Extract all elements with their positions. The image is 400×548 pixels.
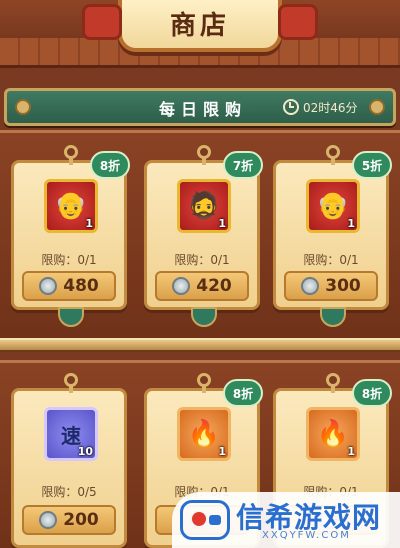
hook-stem bbox=[69, 157, 73, 165]
hook-stem bbox=[202, 157, 206, 165]
item-quantity: 1 bbox=[347, 445, 355, 458]
hook-stem bbox=[202, 385, 206, 393]
shelf-rail bbox=[0, 338, 400, 352]
buy-button[interactable]: 200 bbox=[22, 505, 116, 535]
item-frame[interactable]: 👴 1 bbox=[306, 179, 360, 233]
discount-badge: 5折 bbox=[352, 151, 392, 179]
shop-item-card[interactable]: 5折 👴 1 限购：0/1 300 bbox=[273, 145, 392, 327]
purchase-limit: 限购：0/5 bbox=[41, 485, 97, 499]
shop-item-card[interactable]: 8折 👴 1 限购：0/1 480 bbox=[11, 145, 130, 327]
buy-button[interactable]: 420 bbox=[155, 271, 249, 301]
timer-text: 02时46分 bbox=[303, 100, 358, 115]
silver-coin-icon bbox=[39, 277, 58, 295]
price-label: 200 bbox=[63, 510, 99, 530]
silver-coin-icon bbox=[39, 511, 58, 529]
title-plaque: 商店 bbox=[82, 0, 318, 52]
price-label: 300 bbox=[325, 276, 361, 296]
item-quantity: 10 bbox=[77, 445, 93, 458]
page-title: 商店 bbox=[169, 10, 230, 41]
item-quantity: 1 bbox=[218, 217, 226, 230]
item-quantity: 1 bbox=[347, 217, 355, 230]
purchase-limit: 限购：0/1 bbox=[41, 253, 97, 267]
silver-coin-icon bbox=[172, 277, 191, 295]
item-frame[interactable]: 🔥 1 bbox=[306, 407, 360, 461]
discount-badge: 8折 bbox=[352, 379, 392, 407]
item-frame[interactable]: 🔥 1 bbox=[177, 407, 231, 461]
buy-button[interactable]: 300 bbox=[284, 271, 378, 301]
item-quantity: 1 bbox=[85, 217, 93, 230]
shop-item-card[interactable]: 速 10 限购：0/5 200 bbox=[11, 373, 127, 548]
discount-badge: 8折 bbox=[90, 151, 130, 179]
item-frame[interactable]: 👴 1 bbox=[44, 179, 98, 233]
hook-stem bbox=[331, 157, 335, 165]
item-frame[interactable]: 🧔 1 bbox=[177, 179, 231, 233]
purchase-limit: 限购：0/1 bbox=[303, 253, 359, 267]
gamepad-logo-icon bbox=[180, 500, 230, 540]
refresh-timer: 02时46分 bbox=[283, 97, 358, 117]
hook-stem bbox=[331, 385, 335, 393]
price-label: 480 bbox=[63, 276, 99, 296]
shop-item-card[interactable]: 7折 🧔 1 限购：0/1 420 bbox=[144, 145, 263, 327]
purchase-limit: 限购：0/1 bbox=[174, 253, 230, 267]
item-quantity: 1 bbox=[218, 445, 226, 458]
hook-stem bbox=[69, 385, 73, 393]
daily-limit-banner: 每日限购 02时46分 bbox=[4, 88, 396, 126]
price-label: 420 bbox=[196, 276, 232, 296]
watermark-url: XXQYFW.COM bbox=[262, 530, 351, 541]
item-frame[interactable]: 速 10 bbox=[44, 407, 98, 461]
clock-icon bbox=[283, 99, 299, 115]
watermark: 信希游戏网 XXQYFW.COM bbox=[172, 492, 400, 548]
discount-badge: 7折 bbox=[223, 151, 263, 179]
buy-button[interactable]: 480 bbox=[22, 271, 116, 301]
discount-badge: 8折 bbox=[223, 379, 263, 407]
silver-coin-icon bbox=[301, 277, 320, 295]
